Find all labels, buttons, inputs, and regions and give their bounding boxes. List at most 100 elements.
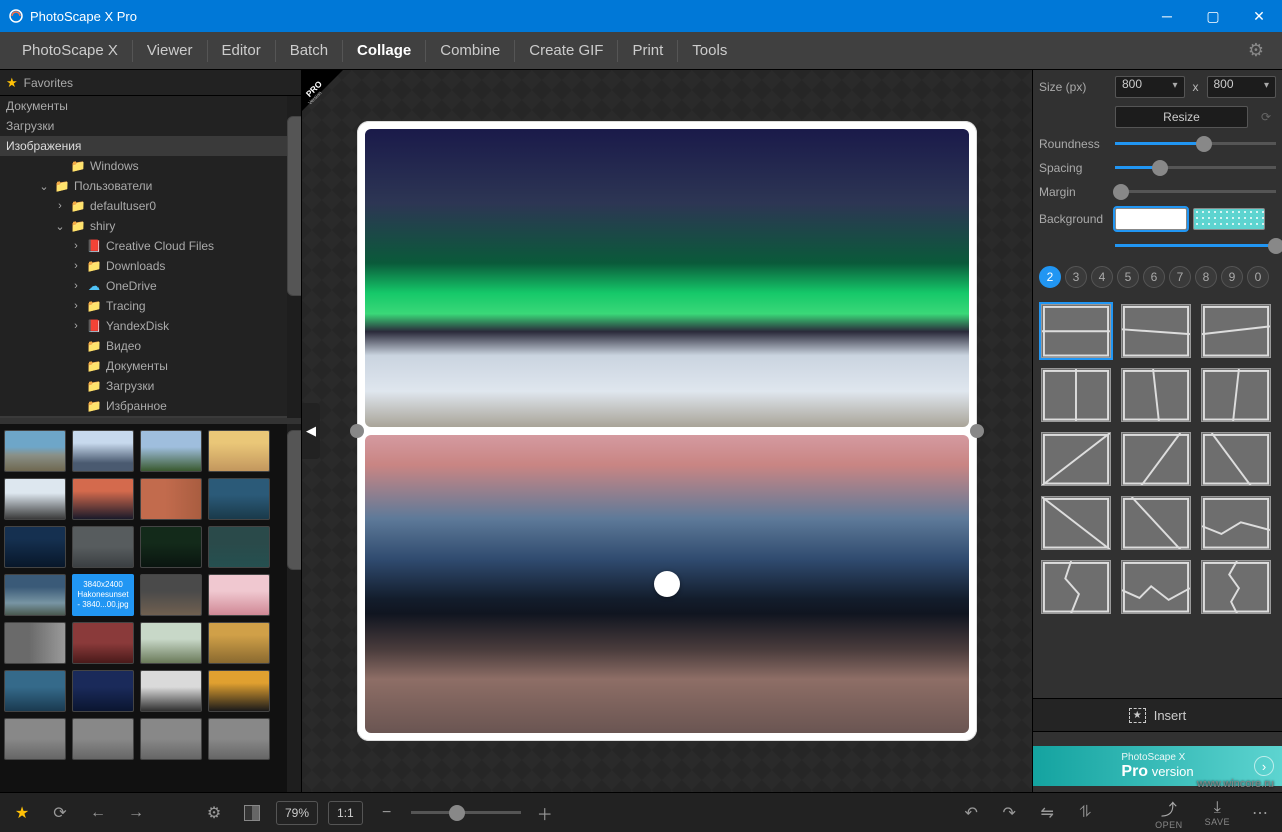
thumbnail[interactable] xyxy=(208,718,270,760)
template-1[interactable] xyxy=(1041,304,1111,358)
thumbnail[interactable] xyxy=(140,574,202,616)
sidebar-collapse-button[interactable]: ◀ xyxy=(302,403,320,459)
menu-combine[interactable]: Combine xyxy=(426,32,514,70)
menu-tools[interactable]: Tools xyxy=(678,32,741,70)
menu-batch[interactable]: Batch xyxy=(276,32,342,70)
zoom-actual-button[interactable]: 1:1 xyxy=(328,801,363,825)
tree-item[interactable]: ›📁Tracing xyxy=(0,296,301,316)
root-folder[interactable]: Изображения xyxy=(0,136,301,156)
thumbnail[interactable] xyxy=(208,430,270,472)
tree-item[interactable]: ›📁defaultuser0 xyxy=(0,196,301,216)
tree-item[interactable]: ⌄📁Пользователи xyxy=(0,176,301,196)
tree-item[interactable]: 📁Видео xyxy=(0,336,301,356)
thumbnail[interactable] xyxy=(72,526,134,568)
thumbnail[interactable] xyxy=(208,574,270,616)
template-11[interactable] xyxy=(1121,496,1191,550)
layout-count-0[interactable]: 0 xyxy=(1247,266,1269,288)
flip-horizontal-button[interactable]: ⇋ xyxy=(1033,799,1061,827)
nav-back-button[interactable]: ← xyxy=(84,799,112,827)
layout-count-9[interactable]: 9 xyxy=(1221,266,1243,288)
favorite-star-button[interactable]: ★ xyxy=(8,799,36,827)
thumbnail[interactable] xyxy=(140,670,202,712)
canvas-settings-icon[interactable]: ⚙ xyxy=(200,799,228,827)
thumbnail[interactable] xyxy=(72,622,134,664)
folder-scrollbar[interactable] xyxy=(287,96,301,418)
collage-slot-1[interactable] xyxy=(365,129,969,427)
tree-item[interactable]: 📁Документы xyxy=(0,356,301,376)
template-14[interactable] xyxy=(1121,560,1191,614)
layout-count-4[interactable]: 4 xyxy=(1091,266,1113,288)
save-button[interactable]: ⤓ SAVE xyxy=(1199,799,1236,827)
template-15[interactable] xyxy=(1201,560,1271,614)
width-select[interactable]: 800 xyxy=(1115,76,1185,98)
insert-button[interactable]: ★ Insert xyxy=(1033,698,1282,732)
tree-item[interactable]: 📁Избранное xyxy=(0,396,301,416)
template-10[interactable] xyxy=(1041,496,1111,550)
template-8[interactable] xyxy=(1121,432,1191,486)
resize-button[interactable]: Resize xyxy=(1115,106,1248,128)
thumbnail[interactable] xyxy=(208,670,270,712)
tree-item[interactable]: 📁Загрузки xyxy=(0,376,301,396)
favorites-bar[interactable]: ★ Favorites xyxy=(0,70,301,96)
maximize-button[interactable]: ▢ xyxy=(1190,0,1236,32)
more-menu-button[interactable]: ⋯ xyxy=(1246,799,1274,827)
flip-vertical-button[interactable]: ⥮ xyxy=(1071,799,1099,827)
layout-count-8[interactable]: 8 xyxy=(1195,266,1217,288)
roundness-slider[interactable] xyxy=(1115,136,1276,152)
thumbnail[interactable] xyxy=(140,718,202,760)
menu-create-gif[interactable]: Create GIF xyxy=(515,32,617,70)
menu-viewer[interactable]: Viewer xyxy=(133,32,207,70)
menu-photoscape-x[interactable]: PhotoScape X xyxy=(8,32,132,70)
thumbnail[interactable] xyxy=(4,526,66,568)
template-9[interactable] xyxy=(1201,432,1271,486)
minimize-button[interactable]: ─ xyxy=(1144,0,1190,32)
tree-item[interactable]: ›📁Downloads xyxy=(0,256,301,276)
thumbnail[interactable] xyxy=(4,430,66,472)
menu-print[interactable]: Print xyxy=(618,32,677,70)
resize-handle-left[interactable] xyxy=(350,424,364,438)
thumbnail[interactable] xyxy=(140,622,202,664)
thumbnail[interactable] xyxy=(208,478,270,520)
tree-item[interactable]: ⌄📁shiry xyxy=(0,216,301,236)
zoom-in-button[interactable]: ＋ xyxy=(531,799,559,827)
resize-handle-right[interactable] xyxy=(970,424,984,438)
template-12[interactable] xyxy=(1201,496,1271,550)
layout-count-3[interactable]: 3 xyxy=(1065,266,1087,288)
reset-size-icon[interactable]: ⟳ xyxy=(1256,110,1276,124)
thumbnail[interactable] xyxy=(208,526,270,568)
thumbnail[interactable] xyxy=(72,718,134,760)
collage-preview[interactable] xyxy=(357,121,977,741)
template-6[interactable] xyxy=(1201,368,1271,422)
layout-count-5[interactable]: 5 xyxy=(1117,266,1139,288)
template-4[interactable] xyxy=(1041,368,1111,422)
zoom-slider[interactable] xyxy=(411,805,521,821)
template-5[interactable] xyxy=(1121,368,1191,422)
thumbnail[interactable] xyxy=(140,430,202,472)
zoom-out-button[interactable]: − xyxy=(373,799,401,827)
tree-item[interactable]: ›📕YandexDisk xyxy=(0,316,301,336)
root-folder[interactable]: Документы xyxy=(0,96,301,116)
thumbnail[interactable] xyxy=(208,622,270,664)
thumbnail[interactable] xyxy=(72,478,134,520)
thumbnail[interactable] xyxy=(140,478,202,520)
nav-forward-button[interactable]: → xyxy=(122,799,150,827)
height-select[interactable]: 800 xyxy=(1207,76,1277,98)
template-7[interactable] xyxy=(1041,432,1111,486)
template-13[interactable] xyxy=(1041,560,1111,614)
tree-item[interactable]: 📁Windows xyxy=(0,156,301,176)
thumbnail[interactable] xyxy=(140,526,202,568)
tree-item[interactable]: ⌄🖼Изображения xyxy=(0,416,301,418)
menu-collage[interactable]: Collage xyxy=(343,32,425,70)
background-toggle-button[interactable] xyxy=(238,799,266,827)
layout-count-6[interactable]: 6 xyxy=(1143,266,1165,288)
bg-swatch-pattern[interactable] xyxy=(1193,208,1265,230)
thumbnail[interactable] xyxy=(4,718,66,760)
thumbnail[interactable] xyxy=(4,670,66,712)
zoom-level[interactable]: 79% xyxy=(276,801,318,825)
thumbnail[interactable] xyxy=(72,430,134,472)
menu-editor[interactable]: Editor xyxy=(208,32,275,70)
background-slider[interactable] xyxy=(1115,238,1276,254)
thumbnail[interactable] xyxy=(4,622,66,664)
spacing-slider[interactable] xyxy=(1115,160,1276,176)
close-button[interactable]: ✕ xyxy=(1236,0,1282,32)
